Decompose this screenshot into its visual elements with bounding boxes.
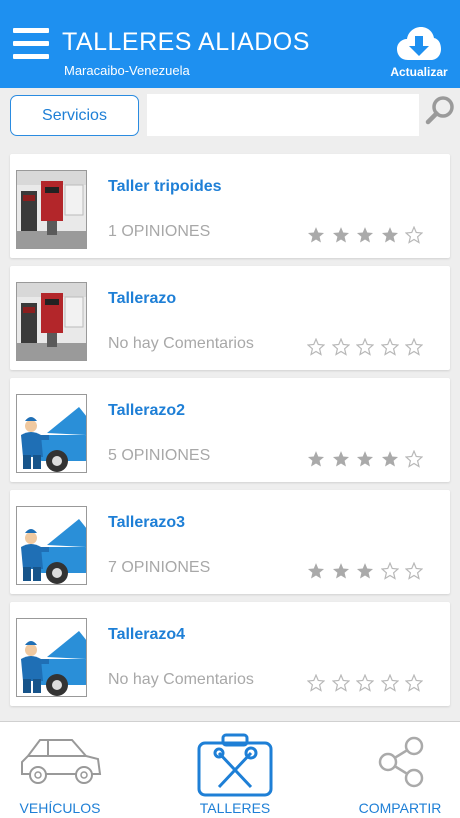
star-empty-icon [380, 674, 399, 692]
mechanic-illustration-image [17, 619, 86, 696]
star-empty-icon [307, 338, 325, 356]
mechanic-illustration-image [17, 395, 86, 472]
page-title: TALLERES ALIADOS [62, 28, 310, 56]
star-empty-icon [405, 338, 423, 356]
nav-vehicles[interactable]: VEHÍCULOS [0, 722, 120, 818]
workshop-opinions: 1 OPINIONES [108, 223, 211, 240]
star-empty-icon [405, 562, 423, 580]
star-filled-icon [356, 227, 374, 243]
star-empty-icon [405, 450, 423, 468]
workshop-rating [307, 226, 430, 246]
star-filled-icon [332, 563, 349, 579]
search-icon[interactable] [424, 94, 456, 126]
workshop-opinions: 5 OPINIONES [108, 447, 211, 464]
star-filled-icon [307, 451, 325, 467]
workshop-name: Taller tripoides [108, 178, 222, 195]
share-icon [378, 736, 424, 788]
mechanic-illustration-image [17, 507, 86, 584]
cloud-download-icon [397, 27, 441, 60]
nav-workshops[interactable]: TALLERES [175, 722, 295, 818]
workshop-thumbnail [16, 618, 87, 697]
toolbox-icon [197, 733, 273, 797]
refresh-button[interactable]: Actualizar [384, 26, 454, 82]
workshop-rating [307, 562, 430, 582]
workshop-name: Tallerazo [108, 290, 177, 307]
workshop-rating [307, 450, 430, 470]
workshop-card[interactable]: Tallerazo3 7 OPINIONES [10, 490, 450, 594]
garage-photo-image [17, 283, 86, 360]
star-empty-icon [380, 338, 399, 356]
workshop-name: Tallerazo2 [108, 402, 186, 419]
star-empty-icon [380, 562, 399, 580]
star-filled-icon [381, 451, 398, 467]
workshop-opinions: No hay Comentarios [108, 671, 254, 688]
nav-vehicles-label: VEHÍCULOS [19, 800, 101, 816]
workshop-thumbnail [16, 394, 87, 473]
star-filled-icon [356, 563, 374, 579]
workshop-thumbnail [16, 282, 87, 361]
star-empty-icon [405, 674, 423, 692]
search-input[interactable] [147, 94, 419, 136]
star-filled-icon [381, 227, 398, 243]
workshop-card[interactable]: Tallerazo4 No hay Comentarios [10, 602, 450, 706]
nav-share-label: COMPARTIR [358, 800, 442, 816]
workshop-opinions: 7 OPINIONES [108, 559, 211, 576]
search-bar: Servicios [0, 88, 460, 144]
app-header: TALLERES ALIADOS Maracaibo-Venezuela Act… [0, 0, 460, 88]
star-empty-icon [331, 338, 350, 356]
star-empty-icon [356, 674, 374, 692]
star-filled-icon [332, 451, 349, 467]
workshop-name: Tallerazo4 [108, 626, 186, 643]
nav-workshops-label: TALLERES [199, 800, 271, 816]
workshop-rating [307, 338, 430, 358]
workshop-rating [307, 674, 430, 694]
star-empty-icon [356, 338, 374, 356]
star-filled-icon [356, 451, 374, 467]
page-subtitle: Maracaibo-Venezuela [64, 63, 190, 78]
hamburger-menu-icon[interactable] [13, 28, 49, 60]
star-empty-icon [405, 226, 423, 244]
workshop-card[interactable]: Tallerazo No hay Comentarios [10, 266, 450, 370]
workshop-name: Tallerazo3 [108, 514, 186, 531]
workshop-card[interactable]: Tallerazo2 5 OPINIONES [10, 378, 450, 482]
star-empty-icon [307, 674, 325, 692]
nav-share[interactable]: COMPARTIR [340, 722, 460, 818]
workshop-opinions: No hay Comentarios [108, 335, 254, 352]
refresh-label: Actualizar [390, 65, 448, 79]
workshop-thumbnail [16, 506, 87, 585]
star-filled-icon [307, 227, 325, 243]
star-filled-icon [332, 227, 349, 243]
workshop-thumbnail [16, 170, 87, 249]
star-empty-icon [331, 674, 350, 692]
services-button[interactable]: Servicios [10, 95, 139, 136]
bottom-navigation: VEHÍCULOS TALLERES COMPARTIR [0, 721, 460, 818]
car-icon [21, 739, 102, 784]
star-filled-icon [307, 563, 325, 579]
workshop-card[interactable]: Taller tripoides 1 OPINIONES [10, 154, 450, 258]
garage-photo-image [17, 171, 86, 248]
